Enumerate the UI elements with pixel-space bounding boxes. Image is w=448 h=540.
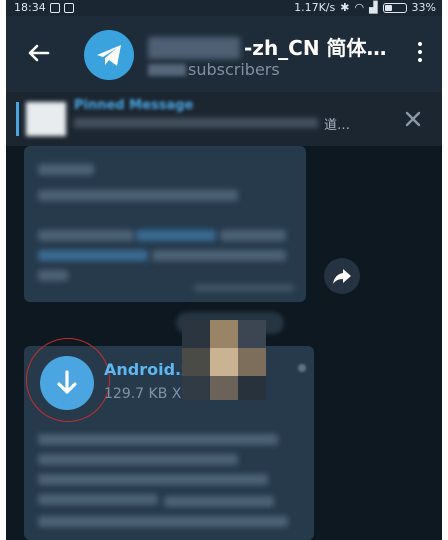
blurred-link xyxy=(38,250,148,261)
blurred-text xyxy=(38,164,94,175)
network-speed: 1.17K/s xyxy=(294,1,336,14)
pinned-text-redaction xyxy=(74,118,318,128)
channel-title[interactable]: -zh_CN 简体… xyxy=(148,32,387,61)
blurred-text xyxy=(38,270,68,281)
app-notification-icon xyxy=(63,2,74,13)
bluetooth-icon: ✱ xyxy=(340,1,350,14)
back-button[interactable] xyxy=(24,38,54,68)
blurred-text xyxy=(164,496,274,507)
pinned-message-bar[interactable]: Pinned Message 道… xyxy=(6,92,442,146)
notification-icon xyxy=(49,2,60,13)
close-pinned-button[interactable] xyxy=(402,108,424,130)
message-list[interactable]: Android.x 129.7 KB XML xyxy=(6,146,442,540)
message-time xyxy=(298,364,306,372)
battery-percent: 33% xyxy=(411,1,436,14)
battery-icon xyxy=(382,2,407,13)
blurred-text xyxy=(38,454,238,465)
subscriber-count: subscribers xyxy=(148,60,280,79)
wifi-icon: ◠ xyxy=(354,1,365,14)
message-bubble[interactable] xyxy=(24,146,306,302)
close-icon xyxy=(405,111,421,127)
blurred-text xyxy=(220,230,286,241)
pinned-thumbnail xyxy=(26,102,66,136)
title-redaction xyxy=(148,37,240,59)
blurred-text xyxy=(38,516,288,527)
pinned-text: 道… xyxy=(324,118,351,133)
blurred-meta xyxy=(194,284,294,292)
telegram-paper-plane-icon xyxy=(97,45,121,66)
telegram-screen: 18:34 1.17K/s ✱ ◠ ▟ 33% -zh_CN 简体… subsc… xyxy=(6,0,442,540)
blurred-text xyxy=(38,230,134,241)
blurred-text xyxy=(38,474,268,485)
status-bar: 18:34 1.17K/s ✱ ◠ ▟ 33% xyxy=(6,0,442,16)
back-arrow-icon xyxy=(28,44,50,62)
blurred-text xyxy=(38,190,238,201)
pinned-indicator xyxy=(16,102,19,136)
pinned-label: Pinned Message xyxy=(74,98,194,113)
more-vert-icon xyxy=(418,42,422,46)
blurred-text xyxy=(38,494,158,505)
file-message-bubble[interactable]: Android.x 129.7 KB XML xyxy=(24,338,314,540)
status-time: 18:34 xyxy=(14,1,46,14)
channel-avatar[interactable] xyxy=(84,30,134,80)
more-options-button[interactable] xyxy=(414,42,426,66)
pixelated-sticker xyxy=(182,314,266,400)
file-name[interactable]: Android.x xyxy=(104,360,191,379)
count-redaction xyxy=(148,64,186,76)
share-button[interactable] xyxy=(324,258,360,294)
signal-icon: ▟ xyxy=(369,1,378,14)
blurred-text xyxy=(38,434,278,445)
highlight-ring xyxy=(26,338,110,422)
forward-icon xyxy=(333,269,351,284)
chat-header: -zh_CN 简体… subscribers xyxy=(6,16,442,92)
blurred-text xyxy=(152,250,286,261)
blurred-link xyxy=(136,230,216,241)
